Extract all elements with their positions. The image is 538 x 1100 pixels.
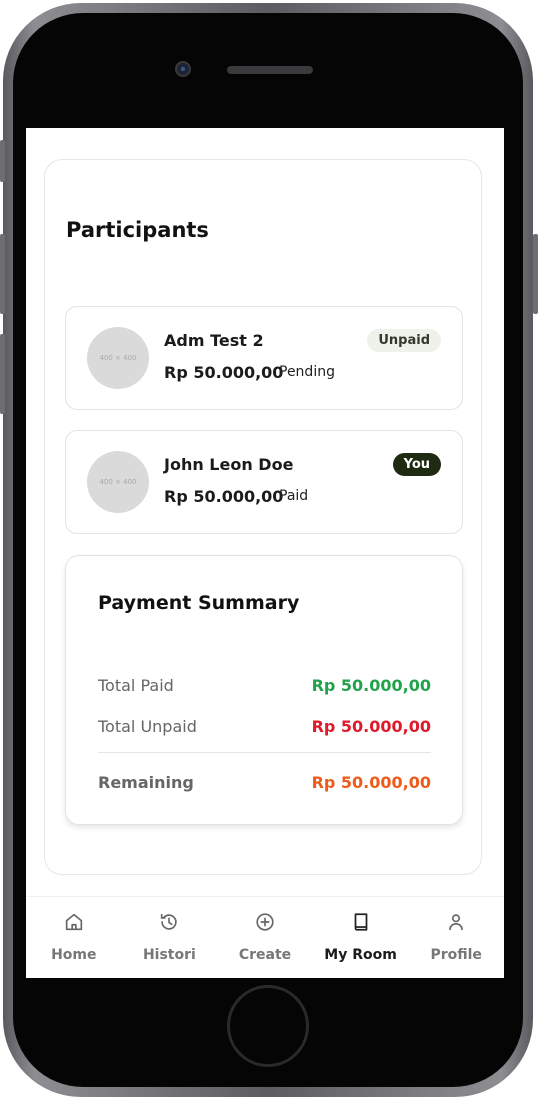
nav-item-home[interactable]: Home [26,897,122,978]
total-paid-label: Total Paid [98,676,174,695]
total-paid-row: Total Paid Rp 50.000,00 [98,676,431,695]
payment-summary-card: Payment Summary Total Paid Rp 50.000,00 … [65,555,463,825]
participant-amount: Rp 50.000,00 [164,487,284,506]
nav-item-histori[interactable]: Histori [122,897,218,978]
you-badge: You [392,453,441,476]
app-screen: Participants 400 × 400 Adm Test 2 Rp 50.… [26,128,504,978]
power-button [533,234,538,314]
participants-title: Participants [66,218,209,242]
volume-down-button [0,334,5,414]
summary-divider [98,752,431,753]
front-camera [175,61,191,77]
plus-circle-icon [256,913,274,931]
participant-status: Pending [279,364,335,380]
bottom-nav: Home Histori Create My Room Profile [26,896,504,978]
remaining-value: Rp 50.000,00 [311,773,431,792]
avatar-placeholder-text: 400 × 400 [99,354,137,362]
home-icon [65,913,82,931]
book-icon [354,913,367,931]
avatar: 400 × 400 [87,327,149,389]
home-hardware-button[interactable] [227,985,309,1067]
total-unpaid-row: Total Unpaid Rp 50.000,00 [98,717,431,736]
participant-amount: Rp 50.000,00 [164,363,284,382]
total-unpaid-label: Total Unpaid [98,717,197,736]
nav-item-my-room[interactable]: My Room [313,897,409,978]
nav-item-profile[interactable]: Profile [408,897,504,978]
total-unpaid-value: Rp 50.000,00 [311,717,431,736]
nav-label-my-room: My Room [324,947,397,963]
participant-name: John Leon Doe [164,455,294,474]
payment-summary-title: Payment Summary [98,592,300,614]
earpiece-speaker [227,66,313,74]
nav-label-profile: Profile [430,947,482,963]
participant-card[interactable]: 400 × 400 Adm Test 2 Rp 50.000,00 Pendin… [65,306,463,410]
history-icon [161,913,178,930]
nav-item-create[interactable]: Create [217,897,313,978]
participant-status: Paid [279,488,309,504]
avatar-placeholder-text: 400 × 400 [99,478,137,486]
avatar: 400 × 400 [87,451,149,513]
remaining-row: Remaining Rp 50.000,00 [98,773,431,792]
status-badge: Unpaid [367,329,441,352]
nav-label-home: Home [51,947,97,963]
nav-label-create: Create [238,947,292,963]
participant-card[interactable]: 400 × 400 John Leon Doe Rp 50.000,00 Pai… [65,430,463,534]
remaining-label: Remaining [98,773,194,792]
participant-name: Adm Test 2 [164,331,264,350]
silent-switch [0,140,5,182]
volume-up-button [0,234,5,314]
nav-label-histori: Histori [142,947,196,963]
total-paid-value: Rp 50.000,00 [311,676,431,695]
user-icon [449,914,463,931]
